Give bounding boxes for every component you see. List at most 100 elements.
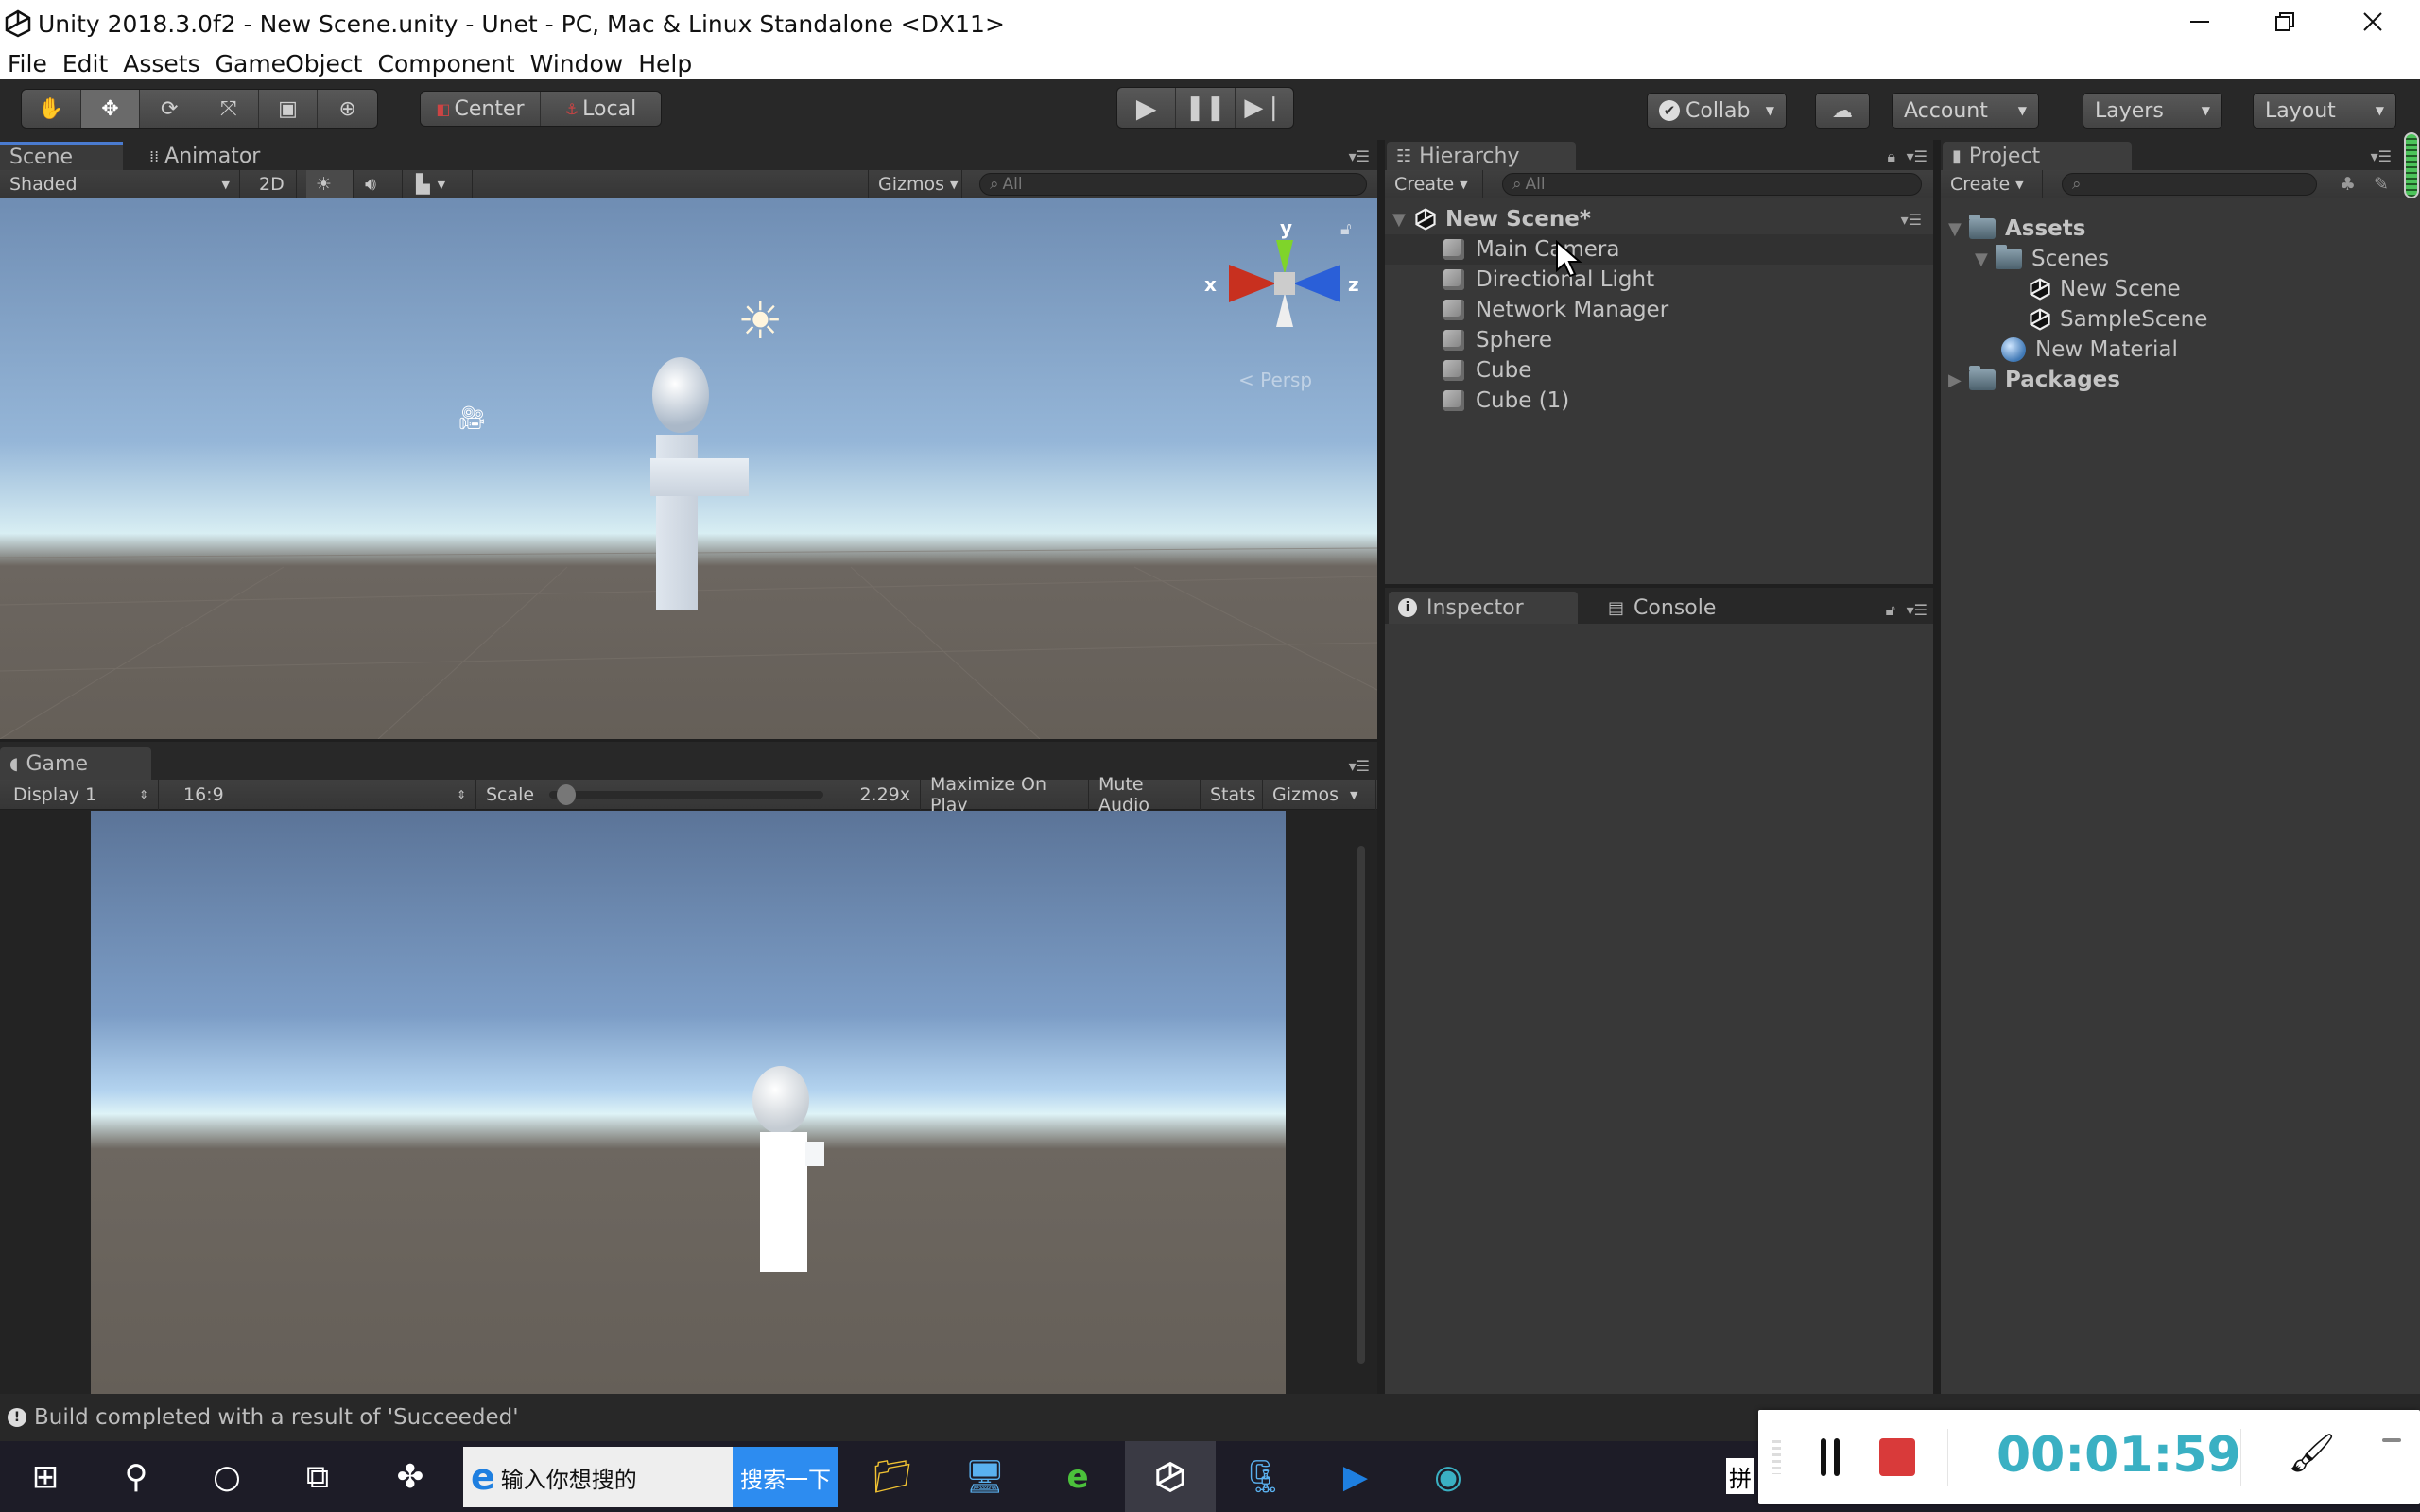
tab-scene[interactable]: Scene <box>0 142 123 170</box>
game-gizmos-dropdown[interactable]: Gizmos ▼ <box>1263 780 1376 810</box>
hierarchy-item[interactable]: Network Manager <box>1443 295 1668 325</box>
ime-indicator[interactable]: 拼 <box>1726 1458 1754 1494</box>
aspect-dropdown[interactable]: 16:9 ⇕ <box>174 780 476 810</box>
cube-1-object[interactable] <box>650 458 749 496</box>
gizmo-center-cube[interactable] <box>1274 272 1295 295</box>
project-tree-item[interactable]: ▶ Packages <box>1948 365 2120 395</box>
file-explorer-button[interactable]: 📁︎ <box>847 1441 938 1512</box>
rect-tool-button[interactable]: ▣ <box>259 90 319 128</box>
this-pc-button[interactable]: 🖥︎ <box>940 1441 1030 1512</box>
scale-tool-button[interactable]: ⤧ <box>199 90 259 128</box>
expand-arrow-icon[interactable]: ▼ <box>1392 210 1413 230</box>
minimize-button[interactable] <box>2157 0 2242 43</box>
hierarchy-item[interactable]: Sphere <box>1443 325 1552 355</box>
2d-toggle[interactable]: 2D <box>250 170 297 198</box>
lighting-toggle[interactable]: ☀ <box>306 170 354 198</box>
restore-button[interactable] <box>2242 0 2327 43</box>
step-button[interactable]: ▶❘ <box>1236 88 1293 128</box>
menu-assets[interactable]: Assets <box>115 50 207 77</box>
display-dropdown[interactable]: Display 1 ⇕ <box>4 780 159 810</box>
hierarchy-search-input[interactable]: ⌕ All <box>1502 173 1922 196</box>
hierarchy-item[interactable]: Cube (1) <box>1443 386 1569 416</box>
panel-menu-icon[interactable]: ▾☰ <box>1349 147 1370 165</box>
scene-viewport[interactable]: ☀ 🎥︎ y x z 🔓︎ < Persp <box>0 198 1377 739</box>
move-tool-button[interactable]: ✥ <box>80 90 141 128</box>
browser-search-input[interactable]: e 输入你想搜的 <box>463 1447 733 1507</box>
panel-menu-icon[interactable]: ▾☰ <box>1907 601 1927 619</box>
panel-menu-icon[interactable]: ▾☰ <box>1349 757 1370 775</box>
pivot-rotation-button[interactable]: ⚓ Local <box>541 92 661 126</box>
project-tree-item[interactable]: ▼ Assets <box>1948 214 2085 244</box>
maximize-on-play-toggle[interactable]: Maximize On Play <box>921 774 1089 816</box>
expand-arrow-icon[interactable]: ▼ <box>1975 249 1996 269</box>
hierarchy-item[interactable]: Main Camera <box>1385 234 1933 265</box>
rotate-tool-button[interactable]: ⟳ <box>140 90 200 128</box>
tab-inspector[interactable]: i Inspector <box>1389 592 1578 624</box>
menu-help[interactable]: Help <box>631 50 700 77</box>
projection-label[interactable]: < Persp <box>1238 369 1312 391</box>
start-button[interactable]: ⊞ <box>0 1441 91 1512</box>
menu-gameobject[interactable]: GameObject <box>208 50 371 77</box>
effects-dropdown[interactable]: ▙ ▼ <box>406 170 473 198</box>
project-tree-item[interactable]: ▼ Scenes <box>1975 244 2109 274</box>
panel-menu-icon[interactable]: ▾☰ <box>1907 147 1927 165</box>
menu-component[interactable]: Component <box>371 50 523 77</box>
project-tree-item[interactable]: New Material <box>2001 335 2178 365</box>
audio-toggle[interactable]: 🔊︎ <box>355 170 403 198</box>
layout-dropdown[interactable]: Layout ▼ <box>2253 93 2396 129</box>
task-view-button[interactable]: ⧉ <box>272 1441 363 1512</box>
cortana-button[interactable]: ○ <box>182 1441 272 1512</box>
scene-search-input[interactable]: ⌕ All <box>979 173 1367 196</box>
unity-taskbar-button[interactable] <box>1125 1441 1216 1512</box>
tab-animator[interactable]: ⁞⁞ Animator <box>140 142 269 170</box>
hierarchy-scene-row[interactable]: ▼ New Scene* ▾☰ <box>1392 204 1922 234</box>
scale-slider-thumb[interactable] <box>557 784 577 805</box>
pause-button[interactable]: ❚❚ <box>1176 88 1236 128</box>
menu-file[interactable]: File <box>0 50 55 77</box>
browser-search-button[interactable]: 搜索一下 <box>733 1447 838 1507</box>
tab-console[interactable]: ▤ Console <box>1599 592 1725 624</box>
collapse-arrow-icon[interactable]: ▶ <box>1948 370 1969 390</box>
project-search-input[interactable]: ⌕ <box>2062 173 2317 196</box>
mute-audio-toggle[interactable]: Mute Audio <box>1089 774 1201 816</box>
scene-menu-icon[interactable]: ▾☰ <box>1901 211 1922 229</box>
menu-window[interactable]: Window <box>523 50 631 77</box>
recorder-pause-button[interactable] <box>1821 1438 1849 1476</box>
hierarchy-item[interactable]: Cube <box>1443 355 1531 386</box>
tab-project[interactable]: ▮ Project <box>1943 142 2132 170</box>
filter-by-type-icon[interactable]: ♣ <box>2340 174 2356 195</box>
game-scrollbar[interactable] <box>1357 846 1365 1364</box>
annotate-button[interactable]: 🖌︎ <box>2288 1431 2336 1475</box>
directional-light-gizmo-icon[interactable]: ☀ <box>737 291 783 351</box>
camera-gizmo-icon[interactable]: 🎥︎ <box>458 404 486 431</box>
menu-edit[interactable]: Edit <box>55 50 115 77</box>
close-button[interactable] <box>2330 0 2415 43</box>
gizmos-dropdown[interactable]: Gizmos ▼ <box>868 170 962 198</box>
expand-arrow-icon[interactable]: ▼ <box>1948 219 1969 239</box>
tab-game[interactable]: ◖ Game <box>0 747 151 780</box>
video-player-button[interactable]: ▶ <box>1310 1441 1401 1512</box>
project-tree-item[interactable]: New Scene <box>2028 274 2181 304</box>
project-tree-item[interactable]: SampleScene <box>2028 304 2207 335</box>
lock-icon[interactable]: 🔒︎ <box>1887 147 1895 166</box>
scale-slider[interactable] <box>549 784 824 805</box>
stats-toggle[interactable]: Stats <box>1201 780 1263 810</box>
hierarchy-item[interactable]: Directional Light <box>1443 265 1654 295</box>
collab-dropdown[interactable]: ✔ Collab ▼ <box>1647 93 1787 129</box>
game-viewport[interactable] <box>91 811 1286 1394</box>
play-button[interactable]: ▶ <box>1117 88 1177 128</box>
hand-tool-button[interactable]: ✋ <box>22 90 81 128</box>
search-button[interactable]: ⚲ <box>91 1441 182 1512</box>
gizmo-x-cone[interactable] <box>1229 265 1276 302</box>
green-browser-button[interactable]: e <box>1032 1441 1123 1512</box>
draw-mode-dropdown[interactable]: Shaded ▼ <box>0 170 240 198</box>
layers-dropdown[interactable]: Layers ▼ <box>2083 93 2222 129</box>
pivot-mode-button[interactable]: ◧ Center <box>421 92 541 126</box>
gizmo-neg-y-cone[interactable] <box>1276 293 1293 327</box>
account-dropdown[interactable]: Account ▼ <box>1892 93 2039 129</box>
cloud-button[interactable]: ☁ <box>1815 93 1870 129</box>
drag-handle[interactable] <box>1772 1440 1781 1474</box>
gizmo-lock-icon[interactable]: 🔓︎ <box>1340 219 1352 239</box>
app-pinwheel-button[interactable]: ✤ <box>365 1441 456 1512</box>
recorder-stop-button[interactable] <box>1879 1438 1915 1476</box>
